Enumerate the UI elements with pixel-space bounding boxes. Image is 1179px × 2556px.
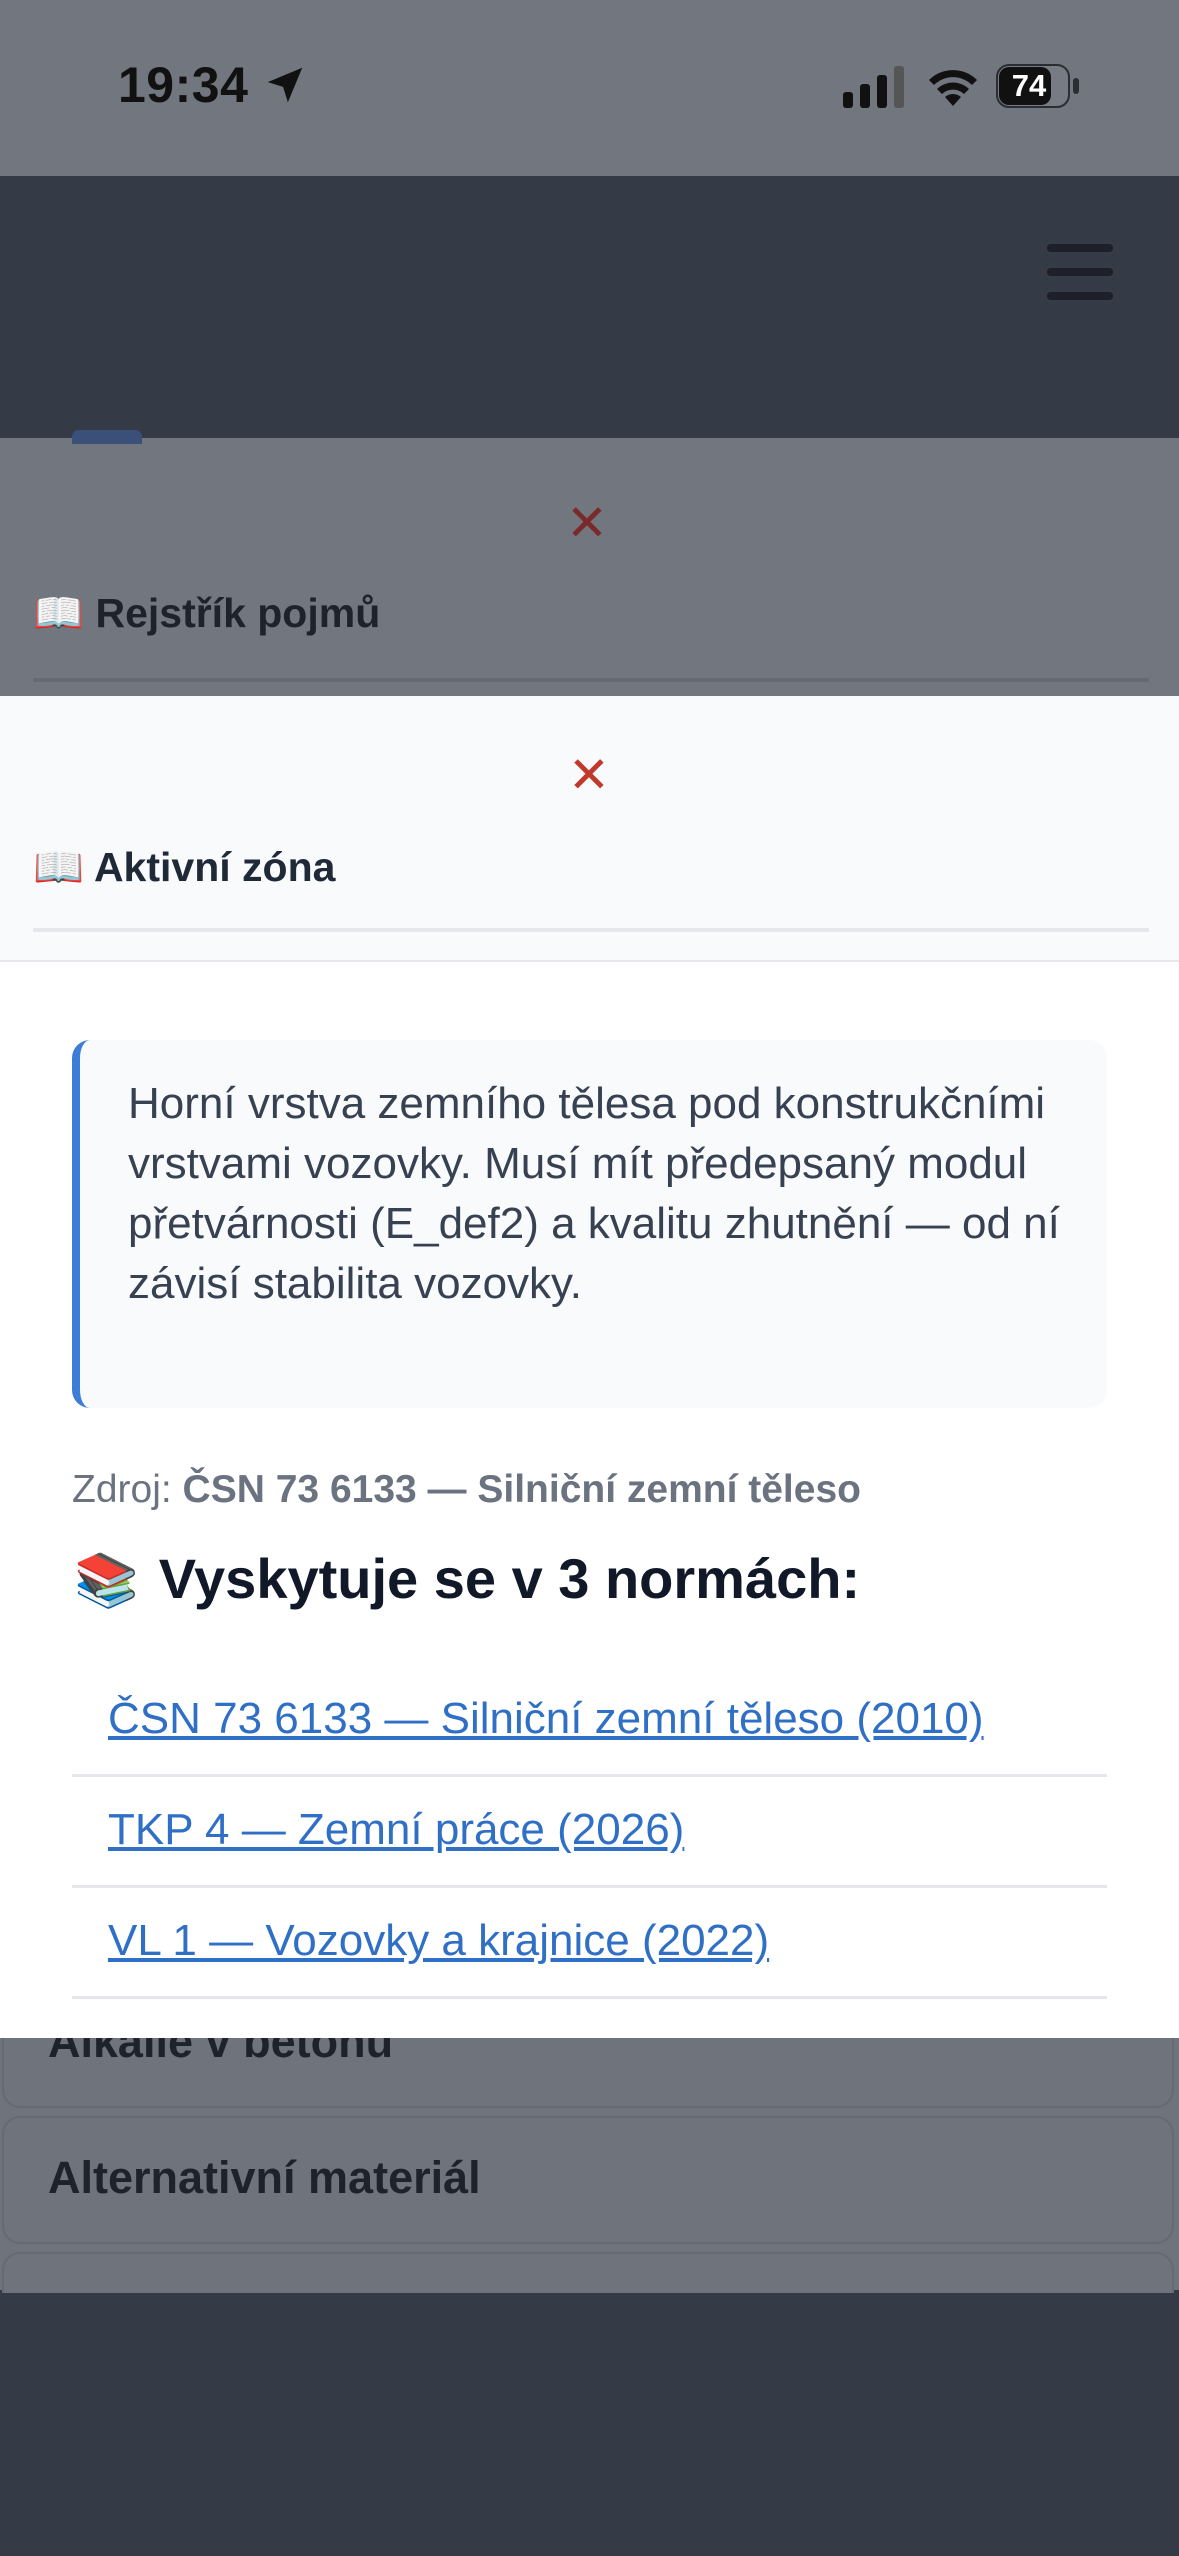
location-arrow-icon [267, 67, 303, 103]
definition-text: Horní vrstva zemního tělesa pod konstruk… [128, 1079, 1060, 1308]
occurrences-heading: 📚 Vyskytuje se v 3 normách: [74, 1546, 860, 1611]
term-definition: Horní vrstva zemního tělesa pod konstruk… [72, 1040, 1107, 1408]
status-time: 19:34 [118, 57, 249, 113]
avatar [72, 430, 142, 444]
modal-title: 📖 Rejstřík pojmů [33, 590, 380, 638]
app-header [0, 176, 1179, 438]
status-bar: 19:34 74 [0, 0, 1179, 176]
list-item: VL 1 — Vozovky a krajnice (2022) [72, 1888, 1107, 1999]
modal-header: ✕ 📖 Aktivní zóna [0, 696, 1179, 962]
modal-title-text: Rejstřík pojmů [95, 590, 381, 636]
close-button[interactable]: ✕ [568, 746, 610, 804]
norm-link[interactable]: ČSN 73 6133 — Silniční zemní těleso (201… [108, 1694, 984, 1744]
norm-list: ČSN 73 6133 — Silniční zemní těleso (201… [72, 1666, 1107, 1999]
modal-title: 📖 Aktivní zóna [33, 844, 335, 892]
term-detail-modal: ✕ 📖 Aktivní zóna Horní vrstva zemního tě… [0, 696, 1179, 2038]
divider [33, 928, 1149, 932]
wifi-icon [929, 70, 977, 106]
hamburger-menu-icon[interactable] [1047, 244, 1113, 300]
book-icon: 📖 [33, 844, 85, 890]
norm-link[interactable]: VL 1 — Vozovky a krajnice (2022) [108, 1916, 769, 1966]
modal-title-text: Aktivní zóna [93, 844, 336, 890]
battery-level: 74 [1011, 68, 1047, 103]
list-item: ČSN 73 6133 — Silniční zemní těleso (201… [72, 1666, 1107, 1777]
occurrences-heading-text: Vyskytuje se v 3 normách: [158, 1547, 861, 1610]
cellular-signal-icon [843, 66, 904, 108]
divider [33, 678, 1149, 682]
index-modal-header: ✕ 📖 Rejstřík pojmů [0, 430, 1179, 696]
books-icon: 📚 [74, 1552, 139, 1610]
list-item-label: Alternativní materiál [48, 2152, 481, 2203]
list-item: TKP 4 — Zemní práce (2026) [72, 1777, 1107, 1888]
source-line: Zdroj: ČSN 73 6133 — Silniční zemní těle… [72, 1468, 861, 1512]
list-item[interactable]: Alternativní materiál [2, 2116, 1174, 2244]
page-bottom-overlay [0, 2293, 1179, 2556]
source-label: Zdroj: [72, 1468, 172, 1511]
norm-link[interactable]: TKP 4 — Zemní práce (2026) [108, 1805, 684, 1855]
book-icon: 📖 [33, 590, 85, 636]
close-icon[interactable]: ✕ [566, 494, 608, 552]
source-value: ČSN 73 6133 — Silniční zemní těleso [182, 1468, 861, 1511]
